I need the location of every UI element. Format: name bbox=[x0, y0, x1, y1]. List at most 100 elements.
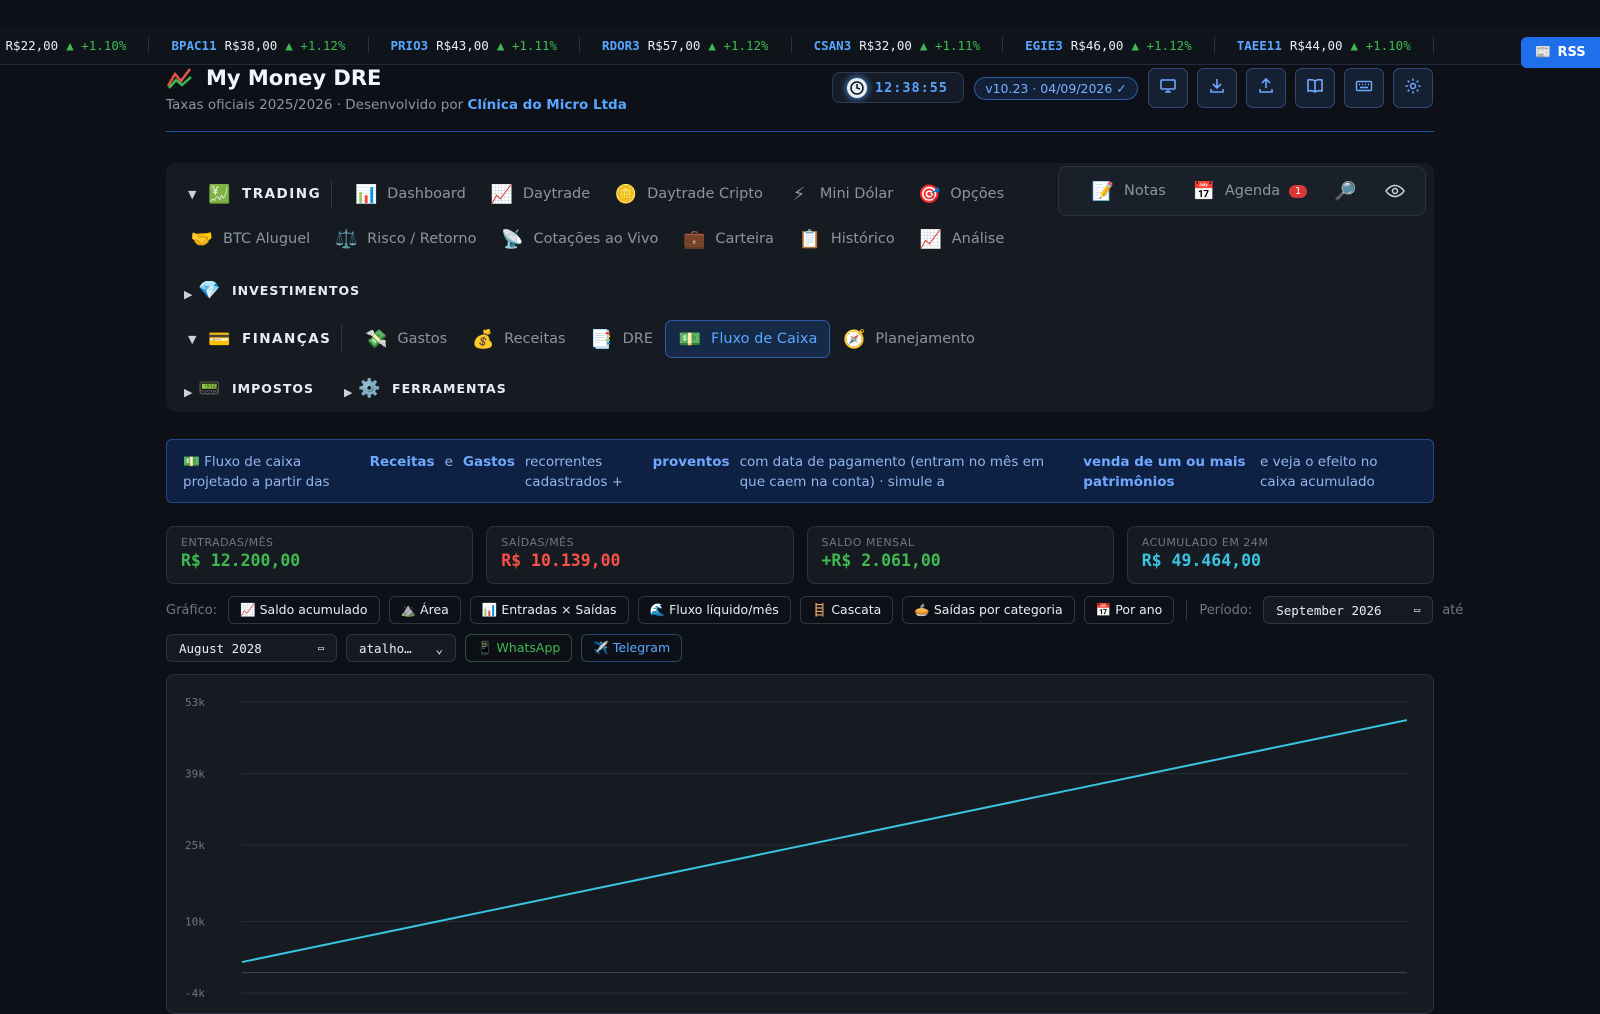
y-tick-label: -4k bbox=[185, 987, 205, 1000]
rss-button[interactable]: 📰 RSS bbox=[1521, 37, 1600, 68]
privacy-toggle[interactable] bbox=[1383, 179, 1407, 203]
section-impostos[interactable]: 📟 IMPOSTOS bbox=[198, 376, 314, 400]
chevron-down-icon: ⌄ bbox=[435, 640, 443, 656]
chart-area-button[interactable]: ⛰️ Área bbox=[388, 596, 461, 624]
collapse-trading-toggle[interactable]: ▼ bbox=[188, 188, 202, 201]
shortcut-select[interactable]: atalho… ⌄ bbox=[346, 634, 456, 662]
dollar-banknote-icon: 💵 bbox=[678, 328, 702, 350]
pager-icon: 📟 bbox=[198, 377, 222, 399]
y-tick-label: 39k bbox=[185, 767, 205, 780]
keyboard-button[interactable] bbox=[1344, 68, 1384, 108]
telegram-share-button[interactable]: ✈️ Telegram bbox=[581, 634, 683, 662]
nav-item-cotacoes[interactable]: 📡 Cotações ao Vivo bbox=[488, 220, 670, 258]
ticker-price: R$22,00 bbox=[5, 37, 59, 53]
section-impostos-label: IMPOSTOS bbox=[232, 380, 315, 396]
version-badge[interactable]: v10.23 · 04/09/2026 ✓ bbox=[974, 77, 1138, 100]
saldo-acumulado-line[interactable] bbox=[241, 719, 1408, 964]
section-investimentos[interactable]: 💎 INVESTIMENTOS bbox=[198, 278, 360, 302]
ticker-symbol: BPAC11 bbox=[171, 37, 217, 53]
nav-item-fluxo-de-caixa[interactable]: 💵 Fluxo de Caixa bbox=[664, 320, 831, 358]
ticker-price: R$38,00 bbox=[224, 37, 278, 53]
chart-por-ano-button[interactable]: 📅 Por ano bbox=[1083, 596, 1175, 624]
nav-item-planejamento[interactable]: 🧭 Planejamento bbox=[830, 320, 986, 358]
date-to-input[interactable]: August 2028 ▭ bbox=[166, 634, 337, 662]
chart-saldo-acumulado-button[interactable]: 📈 Saldo acumulado bbox=[228, 596, 380, 624]
expand-investimentos-toggle[interactable]: ▶ bbox=[184, 288, 198, 301]
window-top-strip bbox=[0, 0, 1600, 27]
card-value: R$ 12.200,00 bbox=[181, 551, 301, 570]
memo-icon: 📝 bbox=[1091, 180, 1115, 202]
y-tick-label: 25k bbox=[185, 839, 205, 852]
shortcut-value: atalho… bbox=[359, 640, 412, 656]
app-title: My Money DRE bbox=[206, 66, 382, 90]
company-link[interactable]: Clínica do Micro Ltda bbox=[467, 97, 626, 113]
ticker-change: ▲ +1.11% bbox=[496, 37, 558, 53]
ticker-item: CSAN3 R$32,00 ▲ +1.11% bbox=[792, 37, 1004, 53]
chart-entradas-saidas-button[interactable]: 📊 Entradas × Saídas bbox=[469, 596, 629, 624]
nav-item-receitas[interactable]: 💰 Receitas bbox=[459, 320, 577, 358]
handshake-icon: 🤝 bbox=[190, 228, 214, 250]
nav-item-mini-dolar[interactable]: ⚡ Mini Dólar bbox=[775, 175, 905, 213]
nav-item-carteira[interactable]: 💼 Carteira bbox=[670, 220, 785, 258]
date-from-input[interactable]: September 2026 ▭ bbox=[1263, 596, 1434, 624]
download-button[interactable] bbox=[1197, 68, 1237, 108]
settings-button[interactable] bbox=[1393, 68, 1433, 108]
section-trading-label: TRADING bbox=[242, 186, 322, 202]
gem-icon: 💎 bbox=[198, 279, 222, 301]
date-to-value: August 2028 bbox=[179, 640, 262, 656]
nav-item-daytrade-cripto[interactable]: 🪙 Daytrade Cripto bbox=[602, 175, 775, 213]
money-wings-icon: 💸 bbox=[365, 328, 388, 350]
upload-button[interactable] bbox=[1246, 68, 1286, 108]
section-trading[interactable]: 💹 TRADING bbox=[208, 182, 321, 206]
notas-label: Notas bbox=[1124, 183, 1166, 199]
expand-ferramentas-toggle[interactable]: ▶ bbox=[344, 386, 358, 399]
gear-icon bbox=[1404, 77, 1422, 99]
whatsapp-share-button[interactable]: 📱 WhatsApp bbox=[465, 634, 573, 662]
nav-item-analise[interactable]: 📈 Análise bbox=[907, 220, 1017, 258]
section-financas[interactable]: 💳 FINANÇAS bbox=[208, 327, 331, 351]
clock-time: 12:38:55 bbox=[875, 79, 949, 96]
nav-item-dre[interactable]: 📑 DRE bbox=[578, 320, 665, 358]
nav-item-risco-retorno[interactable]: ⚖️ Risco / Retorno bbox=[322, 220, 488, 258]
expand-impostos-toggle[interactable]: ▶ bbox=[184, 386, 198, 399]
nav-item-label: Receitas bbox=[504, 331, 566, 347]
chart-svg: 53k 39k 25k 10k -4k bbox=[185, 696, 1408, 1000]
nav-item-label: Carteira bbox=[715, 231, 774, 247]
subtitle-text: Taxas oficiais 2025/2026 · Desenvolvido … bbox=[166, 97, 464, 113]
nav-item-historico[interactable]: 📋 Histórico bbox=[786, 220, 907, 258]
chart-cascata-button[interactable]: 🪜 Cascata bbox=[799, 596, 894, 624]
section-ferramentas[interactable]: ⚙️ FERRAMENTAS bbox=[358, 376, 507, 400]
upload-icon bbox=[1257, 77, 1275, 99]
chart-fluxo-liquido-button[interactable]: 🌊 Fluxo líquido/mês bbox=[637, 596, 791, 624]
app-header: My Money DRE Taxas oficiais 2025/2026 · … bbox=[166, 66, 1434, 132]
summary-card: ENTRADAS/MÊS R$ 12.200,00 bbox=[166, 526, 474, 584]
satellite-icon: 📡 bbox=[501, 228, 524, 250]
ticker-price: R$32,00 bbox=[859, 37, 912, 53]
line-chart-icon: 📈 bbox=[490, 183, 514, 205]
search-button[interactable]: 🔎 bbox=[1333, 179, 1357, 203]
monitor-button[interactable] bbox=[1148, 68, 1188, 108]
download-icon bbox=[1208, 77, 1226, 99]
nav-row-trading-2: 🤝 BTC Aluguel ⚖️ Risco / Retorno 📡 Cotações… bbox=[178, 224, 1016, 254]
nav-item-daytrade[interactable]: 📈 Daytrade bbox=[478, 175, 602, 213]
nav-item-gastos[interactable]: 💸 Gastos bbox=[352, 320, 459, 358]
nav-item-btc-aluguel[interactable]: 🤝 BTC Aluguel bbox=[178, 220, 322, 258]
collapse-financas-toggle[interactable]: ▼ bbox=[188, 333, 202, 346]
card-label: SAÍDAS/MÊS bbox=[501, 536, 575, 549]
ticker-item: 3R$22,00▲ +1.10% bbox=[0, 37, 150, 53]
manual-button[interactable] bbox=[1295, 68, 1335, 108]
nav-item-label: Mini Dólar bbox=[819, 186, 894, 202]
nav-divider bbox=[331, 180, 333, 208]
ticker-symbol: TAEE11 bbox=[1236, 37, 1282, 53]
chart-saidas-categoria-button[interactable]: 🥧 Saídas por categoria bbox=[902, 596, 1075, 624]
app-subtitle: Taxas oficiais 2025/2026 · Desenvolvido … bbox=[166, 97, 627, 113]
nav-item-label: Planejamento bbox=[875, 331, 975, 347]
nav-item-dashboard[interactable]: 📊 Dashboard bbox=[342, 175, 478, 213]
nav-item-label: Opções bbox=[950, 186, 1005, 202]
notas-button[interactable]: 📝 Notas bbox=[1091, 179, 1166, 203]
credit-card-icon: 💳 bbox=[208, 328, 232, 350]
ticker-change: ▲ +1.11% bbox=[919, 37, 981, 53]
card-value: R$ 49.464,00 bbox=[1141, 551, 1261, 570]
agenda-button[interactable]: 📅 Agenda 1 bbox=[1192, 179, 1308, 203]
nav-item-opcoes[interactable]: 🎯 Opções bbox=[905, 175, 1016, 213]
